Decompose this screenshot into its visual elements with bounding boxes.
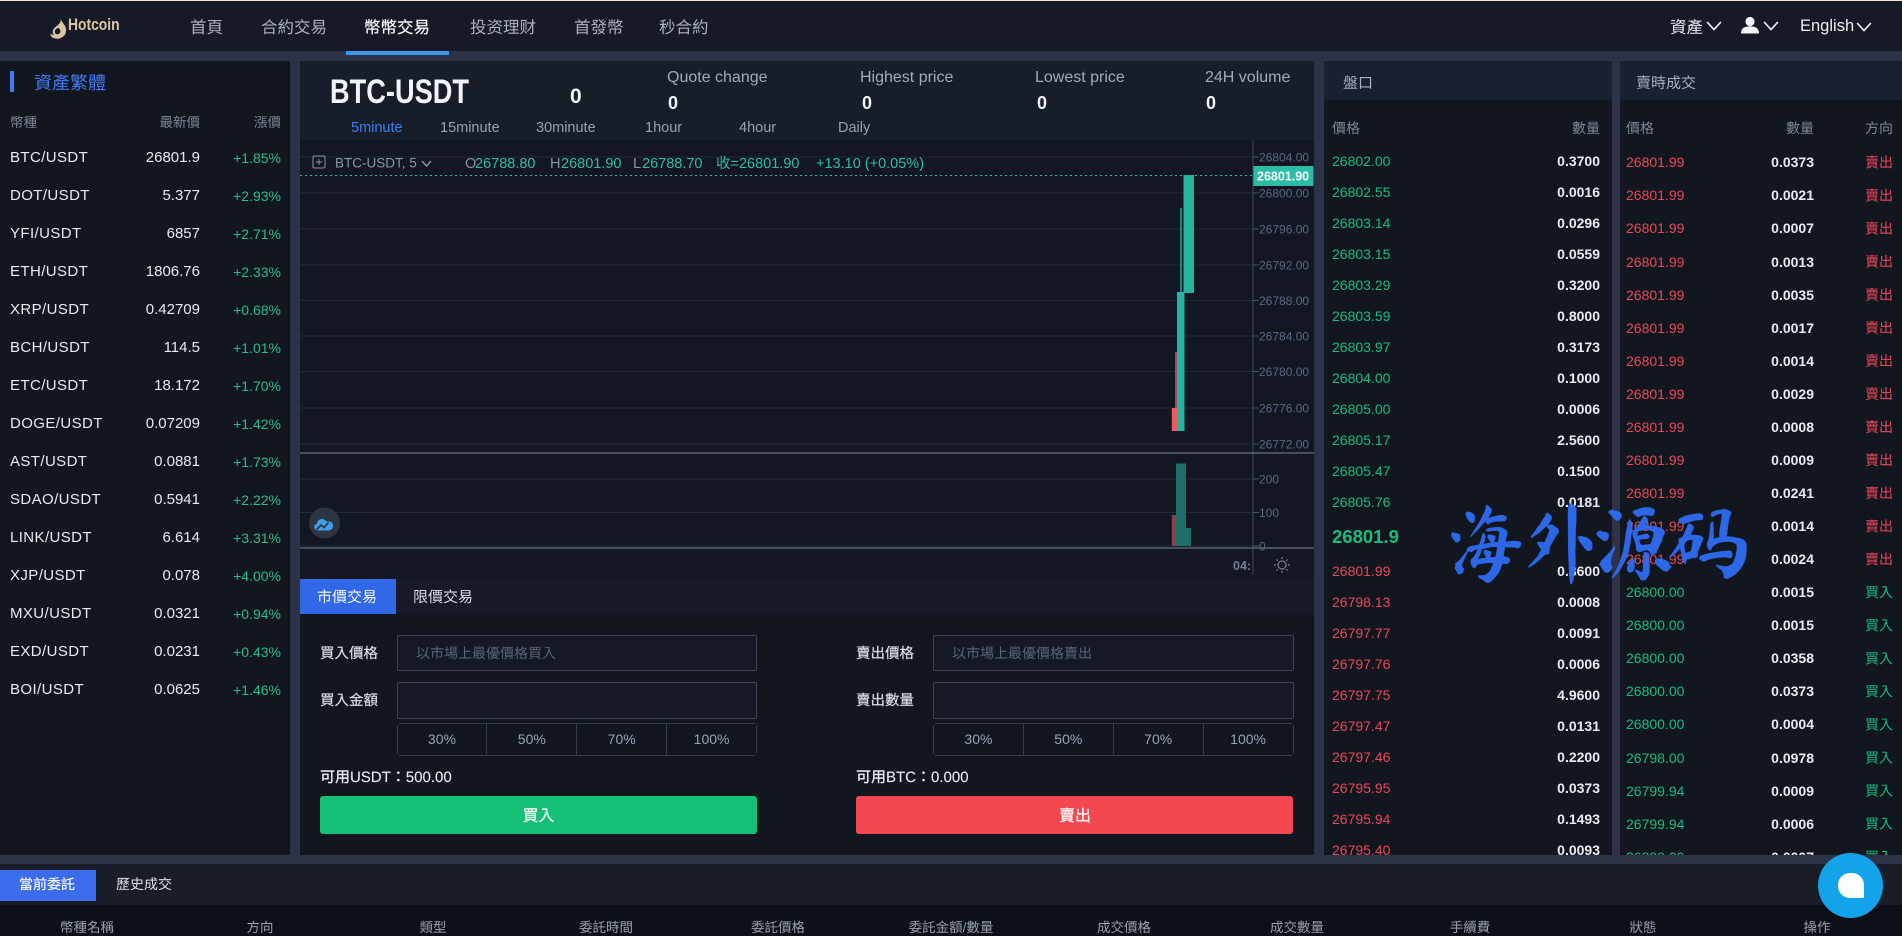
svg-text:100: 100 — [1259, 506, 1279, 520]
svg-text:+13.10 (+0.05%): +13.10 (+0.05%) — [816, 156, 924, 172]
svg-text:H: H — [550, 156, 560, 172]
svg-text:26776.00: 26776.00 — [1259, 402, 1309, 416]
svg-text:26788.70: 26788.70 — [642, 156, 702, 172]
svg-text:L: L — [633, 156, 641, 172]
svg-text:04:: 04: — [1233, 559, 1251, 573]
svg-text:26784.00: 26784.00 — [1259, 330, 1309, 344]
svg-text:26788.00: 26788.00 — [1259, 294, 1309, 308]
svg-text:26801.90: 26801.90 — [561, 156, 621, 172]
svg-text:200: 200 — [1259, 473, 1279, 487]
svg-text:26800.00: 26800.00 — [1259, 187, 1309, 201]
svg-text:26801.90: 26801.90 — [1257, 170, 1309, 184]
svg-text:0: 0 — [1259, 540, 1266, 554]
svg-text:26780.00: 26780.00 — [1259, 365, 1309, 379]
svg-text:26804.00: 26804.00 — [1259, 151, 1309, 165]
svg-text:BTC-USDT, 5: BTC-USDT, 5 — [335, 156, 417, 171]
svg-text:26788.80: 26788.80 — [475, 156, 535, 172]
svg-text:26792.00: 26792.00 — [1259, 259, 1309, 273]
svg-text:26796.00: 26796.00 — [1259, 223, 1309, 237]
svg-text:26772.00: 26772.00 — [1259, 438, 1309, 452]
